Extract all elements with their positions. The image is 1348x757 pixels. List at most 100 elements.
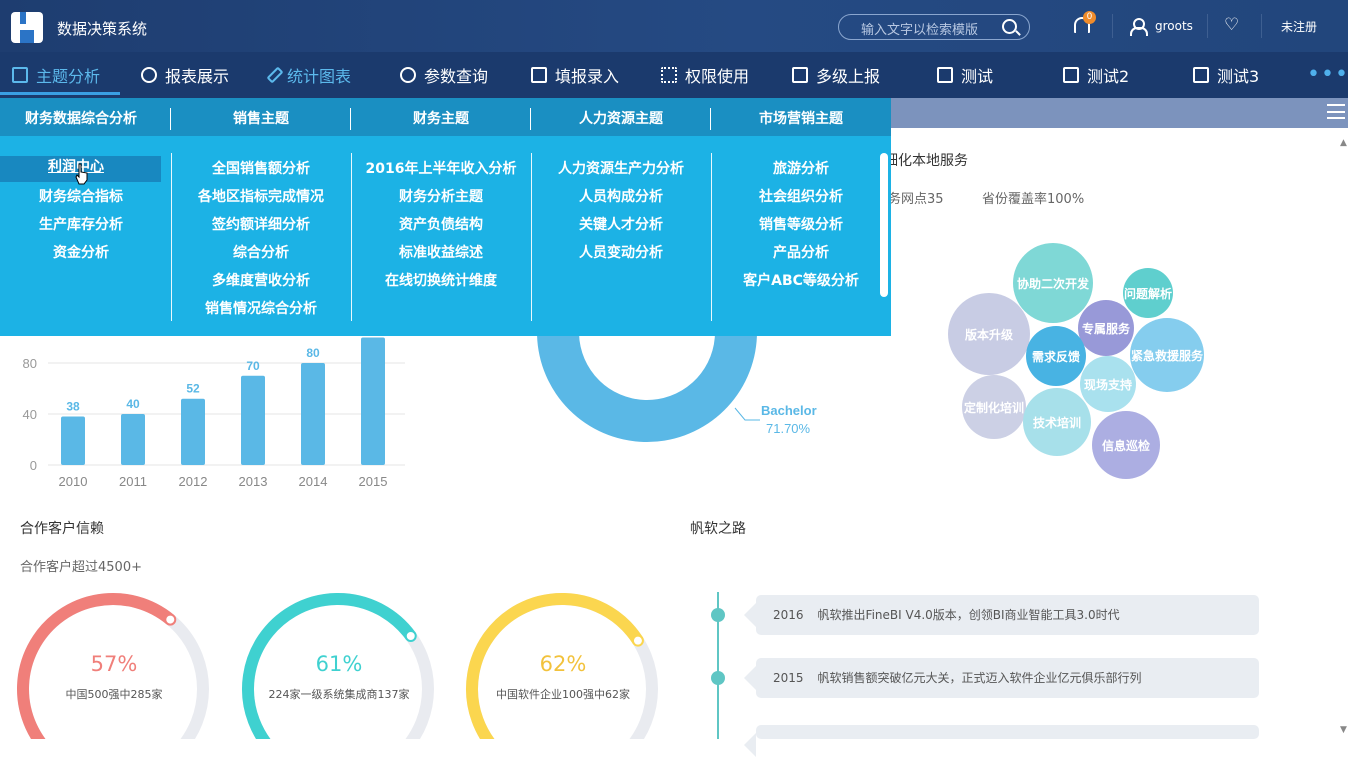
menu-item[interactable]: 销售情况综合分析 bbox=[171, 298, 351, 318]
bar bbox=[241, 375, 265, 465]
menu-item[interactable]: 资产负债结构 bbox=[351, 214, 531, 234]
x-tick-label: 2014 bbox=[299, 474, 328, 489]
bubble-secondary-dev[interactable]: 协助二次开发 bbox=[1013, 243, 1093, 323]
unregistered-link[interactable]: 未注册 bbox=[1281, 18, 1317, 35]
chart-icon bbox=[937, 67, 953, 83]
menu-item[interactable]: 标准收益综述 bbox=[351, 242, 531, 262]
nav-label: 统计图表 bbox=[287, 67, 352, 86]
menu-item[interactable]: 人力资源生产力分析 bbox=[531, 158, 711, 178]
bar-value-label: 80 bbox=[306, 346, 320, 360]
top-bar bbox=[0, 0, 1348, 52]
notification-badge: 0 bbox=[1083, 11, 1096, 24]
user-name[interactable]: groots bbox=[1155, 19, 1193, 33]
bubble-problem-analysis[interactable]: 问题解析 bbox=[1123, 268, 1173, 318]
menu-item[interactable]: 销售等级分析 bbox=[711, 214, 891, 234]
bubble-emergency-service[interactable]: 紧急救援服务 bbox=[1130, 318, 1204, 392]
divider bbox=[530, 108, 531, 130]
menu-item[interactable]: 产品分析 bbox=[711, 242, 891, 262]
menu-item[interactable]: 在线切换统计维度 bbox=[351, 270, 531, 290]
y-tick-label: 80 bbox=[23, 356, 37, 371]
nav-label: 权限使用 bbox=[685, 67, 750, 86]
scroll-up-icon[interactable]: ▲ bbox=[1340, 138, 1347, 148]
search-box[interactable]: 输入文字以检索模版 bbox=[838, 14, 1030, 40]
divider bbox=[710, 108, 711, 130]
x-tick-label: 2010 bbox=[59, 474, 88, 489]
menu-item[interactable]: 全国销售额分析 bbox=[171, 158, 351, 178]
y-tick-label: 0 bbox=[30, 458, 37, 473]
nav-item-report-display[interactable]: 报表展示 bbox=[141, 52, 229, 98]
search-icon[interactable] bbox=[1002, 19, 1017, 34]
menu-item[interactable]: 2016年上半年收入分析 bbox=[351, 158, 531, 178]
gauge-label: 224家一级系统集成商137家 bbox=[268, 688, 410, 701]
menu-item[interactable]: 客户ABC等级分析 bbox=[711, 270, 891, 290]
nav-item-test[interactable]: 测试 bbox=[937, 52, 993, 98]
menu-item[interactable]: 资金分析 bbox=[0, 242, 171, 262]
menu-item[interactable]: 旅游分析 bbox=[711, 158, 891, 178]
scroll-down-icon[interactable]: ▼ bbox=[1340, 725, 1347, 735]
timeline-text: 帆软推出FineBI V4.0版本，创领BI商业智能工具3.0时代 bbox=[817, 608, 1120, 622]
nav-active-underline bbox=[0, 92, 120, 95]
doc-icon bbox=[1193, 67, 1209, 83]
menu-item[interactable]: 人员变动分析 bbox=[531, 242, 711, 262]
menu-item[interactable]: 生产库存分析 bbox=[0, 214, 171, 234]
nav-item-test3[interactable]: 测试3 bbox=[1193, 52, 1259, 98]
gauge-label: 中国软件企业100强中62家 bbox=[496, 688, 630, 701]
list-icon bbox=[12, 67, 28, 83]
nav-label: 参数查询 bbox=[424, 67, 489, 86]
menu-item[interactable]: 关键人才分析 bbox=[531, 214, 711, 234]
bubble-exclusive-service[interactable]: 专属服务 bbox=[1078, 300, 1134, 356]
slice-value-label: 71.70% bbox=[766, 421, 811, 436]
nav-label: 主题分析 bbox=[36, 67, 101, 86]
service-stat-coverage: 省份覆盖率100% bbox=[982, 192, 1085, 207]
menu-item[interactable]: 各地区指标完成情况 bbox=[171, 186, 351, 206]
menu-item[interactable]: 综合分析 bbox=[171, 242, 351, 262]
nav-label: 测试2 bbox=[1087, 67, 1130, 86]
nav-label: 测试3 bbox=[1217, 67, 1260, 86]
app-logo[interactable] bbox=[11, 12, 43, 43]
heart-icon[interactable]: ♡ bbox=[1224, 17, 1239, 34]
menu-header-hr[interactable]: 人力资源主题 bbox=[536, 98, 706, 136]
bubble-onsite-support[interactable]: 现场支持 bbox=[1080, 356, 1136, 412]
menu-item[interactable]: 人员构成分析 bbox=[531, 186, 711, 206]
search-input[interactable]: 输入文字以检索模版 bbox=[861, 19, 978, 38]
nav-item-parameter-query[interactable]: 参数查询 bbox=[400, 52, 488, 98]
bubble-tech-training[interactable]: 技术培训 bbox=[1023, 388, 1091, 456]
menu-item[interactable]: 财务综合指标 bbox=[0, 186, 171, 206]
menu-header-marketing[interactable]: 市场营销主题 bbox=[716, 98, 886, 136]
menu-header-finance-data[interactable]: 财务数据综合分析 bbox=[0, 98, 166, 136]
gauge-knob bbox=[631, 634, 644, 647]
menu-item[interactable]: 财务分析主题 bbox=[351, 186, 531, 206]
slice-name-label: Bachelor bbox=[761, 403, 817, 418]
menu-item[interactable]: 社会组织分析 bbox=[711, 186, 891, 206]
menu-item[interactable]: 签约额详细分析 bbox=[171, 214, 351, 234]
nav-item-multilevel-report[interactable]: 多级上报 bbox=[792, 52, 880, 98]
divider bbox=[711, 153, 712, 321]
timeline-year: 2016 bbox=[773, 608, 804, 622]
nav-item-permission[interactable]: 权限使用 bbox=[661, 52, 749, 98]
app-title: 数据决策系统 bbox=[57, 20, 148, 38]
menu-header-sales[interactable]: 销售主题 bbox=[176, 98, 346, 136]
nav-item-fill-entry[interactable]: 填报录入 bbox=[531, 52, 619, 98]
menu-item[interactable]: 多维度营收分析 bbox=[171, 270, 351, 290]
copy-icon bbox=[792, 67, 808, 83]
menu-header-finance[interactable]: 财务主题 bbox=[356, 98, 526, 136]
bubble-custom-training[interactable]: 定制化培训 bbox=[962, 375, 1026, 439]
hamburger-icon[interactable] bbox=[1327, 104, 1345, 119]
gauge-knob bbox=[404, 630, 417, 643]
bubble-info-inspection[interactable]: 信息巡检 bbox=[1092, 411, 1160, 479]
bar bbox=[181, 398, 205, 465]
bubble-version-upgrade[interactable]: 版本升级 bbox=[948, 293, 1030, 375]
roadmap-title: 帆软之路 bbox=[690, 521, 746, 537]
gauge-percent: 57% bbox=[90, 652, 138, 676]
more-icon[interactable]: ••• bbox=[1307, 64, 1348, 86]
doc-icon bbox=[1063, 67, 1079, 83]
nav-item-statistics-chart[interactable]: 统计图表 bbox=[266, 52, 352, 98]
nav-item-test2[interactable]: 测试2 bbox=[1063, 52, 1129, 98]
user-icon[interactable] bbox=[1130, 18, 1148, 36]
nav-label: 多级上报 bbox=[816, 67, 881, 86]
bubble-requirement-feedback[interactable]: 需求反馈 bbox=[1026, 326, 1086, 386]
timeline-event-partial bbox=[744, 725, 1259, 757]
divider bbox=[531, 153, 532, 321]
timeline-event: 2015 帆软销售额突破亿元大关，正式迈入软件企业亿元俱乐部行列 bbox=[744, 658, 1259, 698]
menu-scrollbar[interactable] bbox=[880, 153, 888, 297]
